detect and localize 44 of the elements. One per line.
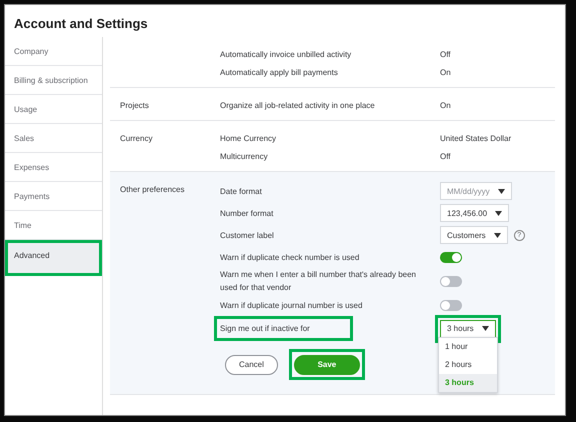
- section-label: Projects: [120, 101, 149, 110]
- setting-label: Sign me out if inactive for: [220, 324, 310, 333]
- setting-label: Automatically invoice unbilled activity: [220, 50, 352, 58]
- setting-label: Date format: [220, 186, 262, 196]
- setting-label: Multicurrency: [220, 152, 268, 160]
- cancel-button[interactable]: Cancel: [225, 354, 278, 374]
- section-label: Currency: [120, 134, 152, 143]
- caret-icon: [495, 210, 502, 216]
- sidebar-item[interactable]: Usage: [5, 95, 102, 124]
- setting-value: Off: [440, 50, 451, 58]
- sidebar-item[interactable]: Payments: [5, 182, 102, 211]
- dropdown-option[interactable]: 3 hours: [439, 374, 497, 392]
- setting-label: Customer label: [220, 230, 274, 240]
- window-title: Account and Settings: [13, 15, 149, 33]
- sidebar-item[interactable]: Advanced: [5, 240, 102, 276]
- sidebar-item[interactable]: Billing & subscription: [5, 66, 102, 95]
- toggle-switch[interactable]: [440, 300, 462, 310]
- dropdown-field[interactable]: MM/dd/yyyy: [440, 182, 512, 200]
- setting-label: Number format: [220, 208, 274, 218]
- setting-label: Warn if duplicate journal number is used: [220, 300, 362, 310]
- setting-value: On: [440, 100, 451, 110]
- toggle-switch[interactable]: [440, 252, 462, 262]
- caret-icon: [494, 232, 501, 238]
- setting-label: Warn me when I enter a bill number that's already been used for that vendor: [220, 270, 416, 292]
- setting-value: Off: [440, 152, 451, 160]
- dropdown-option[interactable]: 1 hour: [439, 338, 497, 356]
- caret-icon: [498, 188, 505, 194]
- setting-label: Warn if duplicate check number is used: [220, 252, 360, 262]
- setting-label: Home Currency: [220, 134, 276, 142]
- dropdown-option[interactable]: 2 hours: [439, 356, 497, 374]
- dropdown-field[interactable]: 123,456.00: [440, 204, 510, 222]
- setting-value: United States Dollar: [440, 134, 512, 142]
- sidebar-item[interactable]: Expenses: [5, 153, 102, 182]
- setting-label: Automatically apply bill payments: [220, 68, 338, 76]
- dropdown-field[interactable]: 3 hours: [440, 320, 496, 338]
- setting-value: On: [440, 68, 451, 76]
- caret-icon: [482, 326, 489, 331]
- sidebar-item[interactable]: Sales: [5, 124, 102, 153]
- section-label: Other preferences: [120, 185, 184, 194]
- dropdown-field[interactable]: Customers: [440, 226, 508, 244]
- save-button[interactable]: Save: [294, 354, 360, 374]
- toggle-switch[interactable]: [440, 276, 462, 286]
- sidebar-item[interactable]: Company: [5, 37, 102, 66]
- setting-label: Organize all job-related activity in one place: [220, 100, 375, 110]
